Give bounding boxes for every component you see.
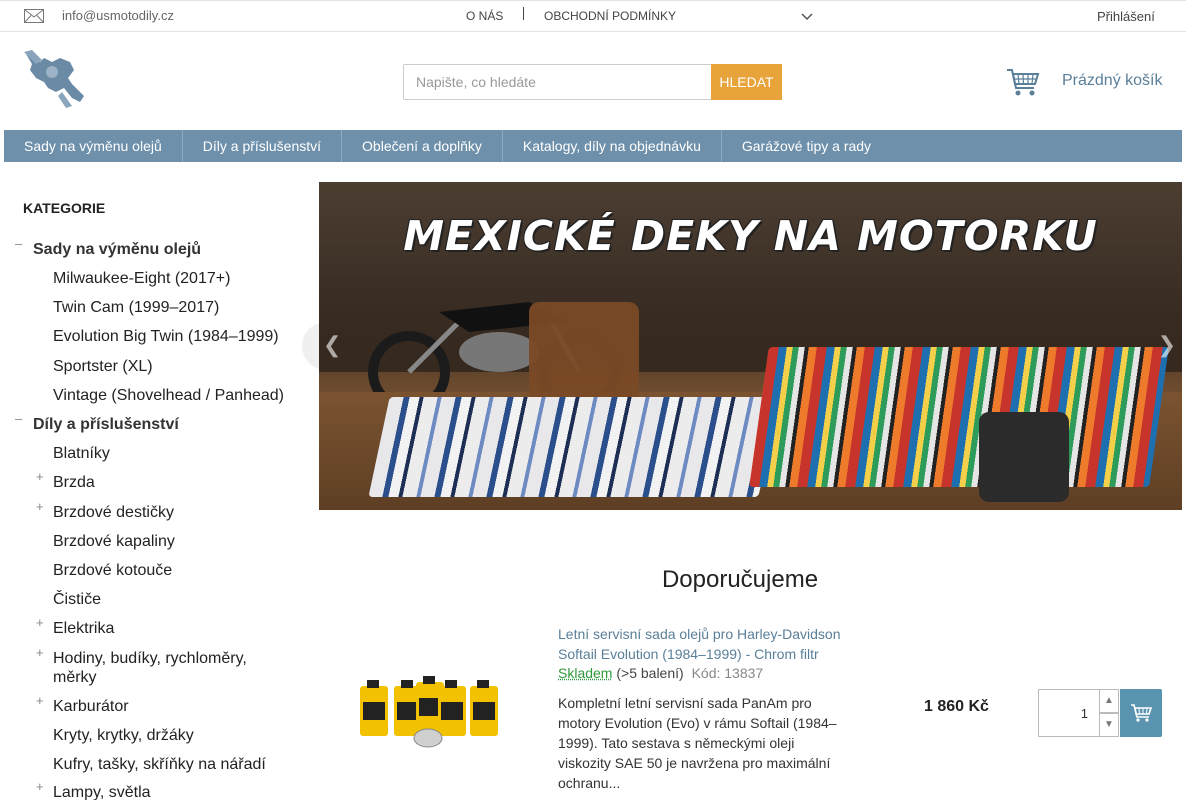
cart-label[interactable]: Prázdný košík [1062, 72, 1162, 90]
search-input[interactable] [403, 64, 712, 100]
nav-item-oil-kits[interactable]: Sady na výměnu olejů [4, 130, 183, 162]
stock-amount: (>5 balení) [616, 665, 684, 681]
collapse-toggle[interactable]: – [15, 236, 22, 251]
nav-item-garage-tips[interactable]: Garážové tipy a rady [722, 130, 891, 162]
nav-link-about[interactable]: O NÁS [466, 9, 503, 23]
top-bar: info@usmotodily.cz O NÁS OBCHODNÍ PODMÍN… [0, 0, 1186, 32]
expand-toggle[interactable]: + [36, 615, 44, 630]
product-description: Kompletní letní servisní sada PanAm pro … [558, 695, 837, 791]
nav-item-clothing[interactable]: Oblečení a doplňky [342, 130, 503, 162]
product-name-link[interactable]: Letní servisní sada olejů pro Harley-Dav… [558, 624, 848, 664]
chevron-down-icon[interactable]: ▼ [1099, 713, 1119, 737]
banner-strap [979, 412, 1069, 502]
chevron-right-icon[interactable]: ❯ [1158, 332, 1176, 358]
product-code: Kód: 13837 [691, 665, 764, 681]
collapse-toggle[interactable]: – [15, 411, 22, 426]
product-price: 1 860 Kč [924, 698, 989, 715]
quantity-input[interactable] [1038, 689, 1100, 737]
nav-item-catalogs[interactable]: Katalogy, díly na objednávku [503, 130, 722, 162]
contact-email-link[interactable]: info@usmotodily.cz [62, 8, 174, 23]
categories-heading: KATEGORIE [23, 200, 106, 216]
main-navigation: Sady na výměnu olejů Díly a příslušenstv… [4, 130, 1182, 162]
promo-banner[interactable]: MEXICKÉ DEKY NA MOTORKU ❮ ❯ [319, 182, 1182, 510]
add-to-cart-button[interactable] [1120, 689, 1162, 737]
nav-link-terms[interactable]: OBCHODNÍ PODMÍNKY [544, 9, 676, 23]
expand-toggle[interactable]: + [36, 469, 44, 484]
section-title: Doporučujeme [661, 566, 819, 593]
banner-blanket [368, 397, 780, 497]
stock-status[interactable]: Skladem [558, 665, 612, 681]
expand-toggle[interactable]: + [36, 779, 44, 794]
expand-toggle[interactable]: + [36, 645, 44, 660]
expand-toggle[interactable]: + [36, 499, 44, 514]
search-button[interactable]: HLEDAT [711, 64, 782, 100]
banner-blanket [749, 347, 1169, 487]
cart-icon [1131, 704, 1152, 722]
logo[interactable] [22, 48, 88, 110]
product-availability: Skladem (>5 balení) Kód: 13837 [558, 665, 763, 681]
banner-title: MEXICKÉ DEKY NA MOTORKU [403, 212, 1098, 260]
cart-icon[interactable] [1006, 66, 1040, 98]
login-link[interactable]: Přihlášení [1097, 9, 1155, 24]
expand-toggle[interactable]: + [36, 693, 44, 708]
chevron-up-icon[interactable]: ▲ [1099, 689, 1119, 713]
chevron-down-icon[interactable] [800, 10, 814, 24]
chevron-left-icon[interactable]: ❮ [323, 332, 341, 358]
product-image[interactable] [358, 676, 502, 748]
mail-icon [24, 9, 44, 23]
divider [523, 7, 524, 20]
nav-item-parts[interactable]: Díly a příslušenství [183, 130, 343, 162]
